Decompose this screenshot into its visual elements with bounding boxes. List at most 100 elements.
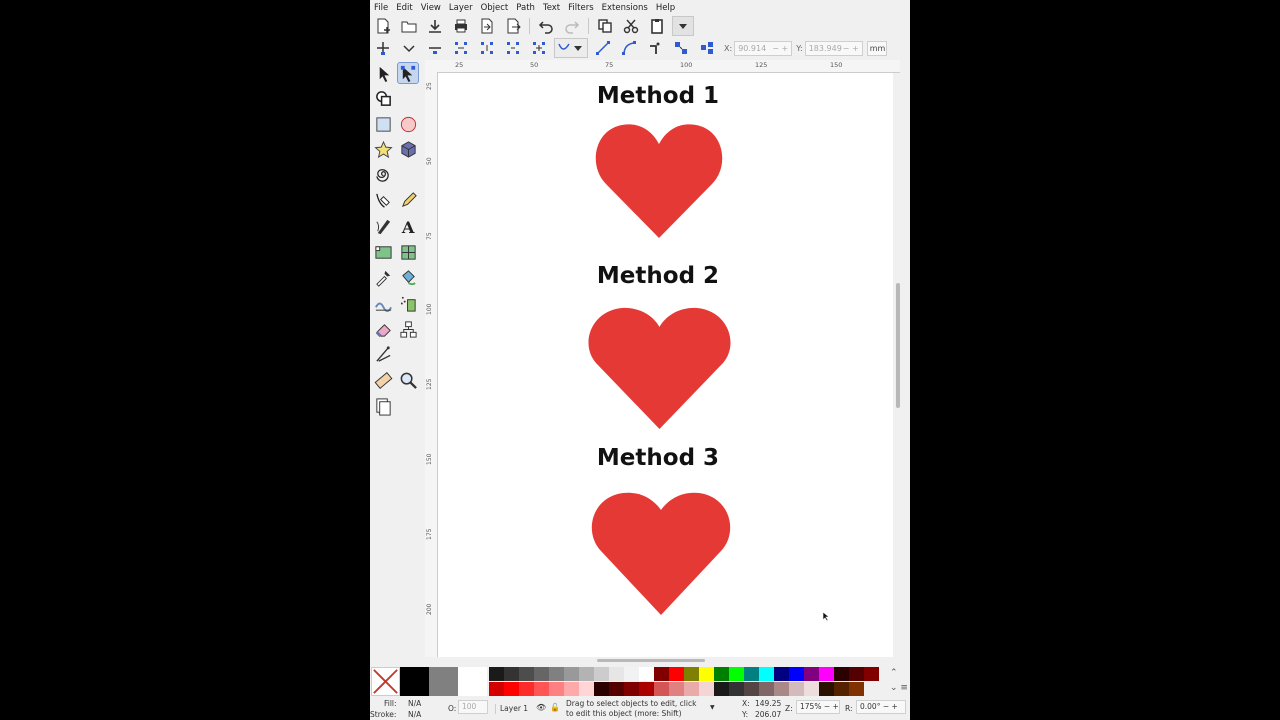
menu-filters[interactable]: Filters <box>564 3 597 13</box>
join-segment-icon[interactable] <box>476 38 498 58</box>
color-swatch[interactable] <box>789 682 804 696</box>
heart-shape-3[interactable] <box>591 492 731 616</box>
color-swatch[interactable] <box>564 667 579 681</box>
new-document-icon[interactable] <box>372 16 394 36</box>
object-to-path-icon[interactable] <box>644 38 666 58</box>
shape-builder-tool-icon[interactable] <box>372 87 394 109</box>
vertical-scroll-thumb[interactable] <box>896 283 900 408</box>
color-swatch[interactable] <box>774 682 789 696</box>
paste-icon[interactable] <box>646 16 668 36</box>
white-swatch[interactable] <box>458 667 487 696</box>
zoom-tool-icon[interactable] <box>397 369 419 391</box>
eraser-tool-icon[interactable] <box>372 318 394 340</box>
node-tool-icon[interactable] <box>397 62 419 84</box>
message-dropdown-icon[interactable]: ▼ <box>710 704 715 711</box>
opacity-field[interactable]: 100 <box>458 700 488 714</box>
redo-icon[interactable] <box>561 16 583 36</box>
color-swatch[interactable] <box>699 667 714 681</box>
color-swatch[interactable] <box>669 667 684 681</box>
color-swatch[interactable] <box>489 682 504 696</box>
color-swatch[interactable] <box>789 667 804 681</box>
fill-value[interactable]: N/A <box>408 699 421 708</box>
color-swatch[interactable] <box>594 667 609 681</box>
color-swatch[interactable] <box>804 682 819 696</box>
insert-node-icon[interactable] <box>372 38 394 58</box>
palette-scroll-icon[interactable]: ⌃ <box>890 668 898 678</box>
make-line-segment-icon[interactable] <box>592 38 614 58</box>
menu-edit[interactable]: Edit <box>392 3 416 13</box>
node-type-dropdown-icon[interactable] <box>554 38 588 58</box>
color-swatch[interactable] <box>654 667 669 681</box>
cut-icon[interactable] <box>620 16 642 36</box>
add-segment-icon[interactable] <box>528 38 550 58</box>
mesh-tool-icon[interactable] <box>397 241 419 263</box>
rectangle-tool-icon[interactable] <box>372 113 394 135</box>
color-swatch[interactable] <box>489 667 504 681</box>
print-icon[interactable] <box>450 16 472 36</box>
horizontal-scroll-thumb[interactable] <box>597 659 705 662</box>
color-swatch[interactable] <box>714 667 729 681</box>
export-icon[interactable] <box>502 16 524 36</box>
gray-swatch[interactable] <box>429 667 458 696</box>
color-swatch[interactable] <box>534 682 549 696</box>
color-swatch[interactable] <box>519 667 534 681</box>
more-commands-icon[interactable] <box>672 16 694 36</box>
color-swatch[interactable] <box>684 667 699 681</box>
heart-shape-1[interactable] <box>594 122 724 239</box>
menu-text[interactable]: Text <box>539 3 564 13</box>
y-coordinate-field[interactable]: 183.949− + <box>804 40 863 56</box>
delete-node-icon[interactable] <box>398 38 420 58</box>
drawing-canvas[interactable]: Method 1 Method 2 Method 3 <box>438 73 893 657</box>
open-document-icon[interactable] <box>398 16 420 36</box>
palette-menu-icon[interactable]: ⌄ ≡ <box>890 683 908 693</box>
vertical-scrollbar[interactable] <box>893 73 905 657</box>
menu-path[interactable]: Path <box>512 3 539 13</box>
color-swatch[interactable] <box>579 667 594 681</box>
color-swatch[interactable] <box>579 682 594 696</box>
color-swatch[interactable] <box>609 682 624 696</box>
tweak-tool-icon[interactable] <box>372 292 394 314</box>
star-tool-icon[interactable] <box>372 138 394 160</box>
measure-tool-icon[interactable] <box>372 369 394 391</box>
color-swatch[interactable] <box>729 667 744 681</box>
color-swatch[interactable] <box>759 667 774 681</box>
color-swatch[interactable] <box>669 682 684 696</box>
color-swatch[interactable] <box>849 682 864 696</box>
stroke-value[interactable]: N/A <box>408 710 421 719</box>
color-swatch[interactable] <box>549 667 564 681</box>
layer-visibility-icon[interactable]: 👁 <box>536 703 546 712</box>
color-swatch[interactable] <box>714 682 729 696</box>
copy-icon[interactable] <box>594 16 616 36</box>
color-swatch[interactable] <box>564 682 579 696</box>
color-swatch[interactable] <box>624 682 639 696</box>
color-swatch[interactable] <box>504 682 519 696</box>
calligraphy-tool-icon[interactable] <box>372 215 394 237</box>
color-swatch[interactable] <box>549 682 564 696</box>
x-coordinate-field[interactable]: 90.914− + <box>734 40 793 56</box>
undo-icon[interactable] <box>535 16 557 36</box>
save-document-icon[interactable] <box>424 16 446 36</box>
menu-file[interactable]: File <box>370 3 392 13</box>
join-nodes-icon[interactable] <box>424 38 446 58</box>
make-curve-segment-icon[interactable] <box>618 38 640 58</box>
menu-object[interactable]: Object <box>477 3 513 13</box>
menu-help[interactable]: Help <box>652 3 679 13</box>
bezier-tool-icon[interactable] <box>372 189 394 211</box>
color-swatch[interactable] <box>504 667 519 681</box>
color-swatch[interactable] <box>804 667 819 681</box>
unit-select[interactable]: mm <box>866 40 887 56</box>
color-swatch[interactable] <box>744 682 759 696</box>
color-swatch[interactable] <box>624 667 639 681</box>
spray-tool-icon[interactable] <box>397 292 419 314</box>
no-paint-swatch[interactable] <box>371 667 400 696</box>
color-swatch[interactable] <box>744 667 759 681</box>
color-swatch[interactable] <box>819 667 834 681</box>
color-swatch[interactable] <box>759 682 774 696</box>
color-swatch[interactable] <box>519 682 534 696</box>
show-handles-icon[interactable] <box>670 38 692 58</box>
layer-select[interactable]: Layer 1 <box>500 704 528 713</box>
black-swatch[interactable] <box>400 667 429 696</box>
menu-layer[interactable]: Layer <box>445 3 477 13</box>
gradient-tool-icon[interactable] <box>372 241 394 263</box>
delete-segment-icon[interactable] <box>502 38 524 58</box>
